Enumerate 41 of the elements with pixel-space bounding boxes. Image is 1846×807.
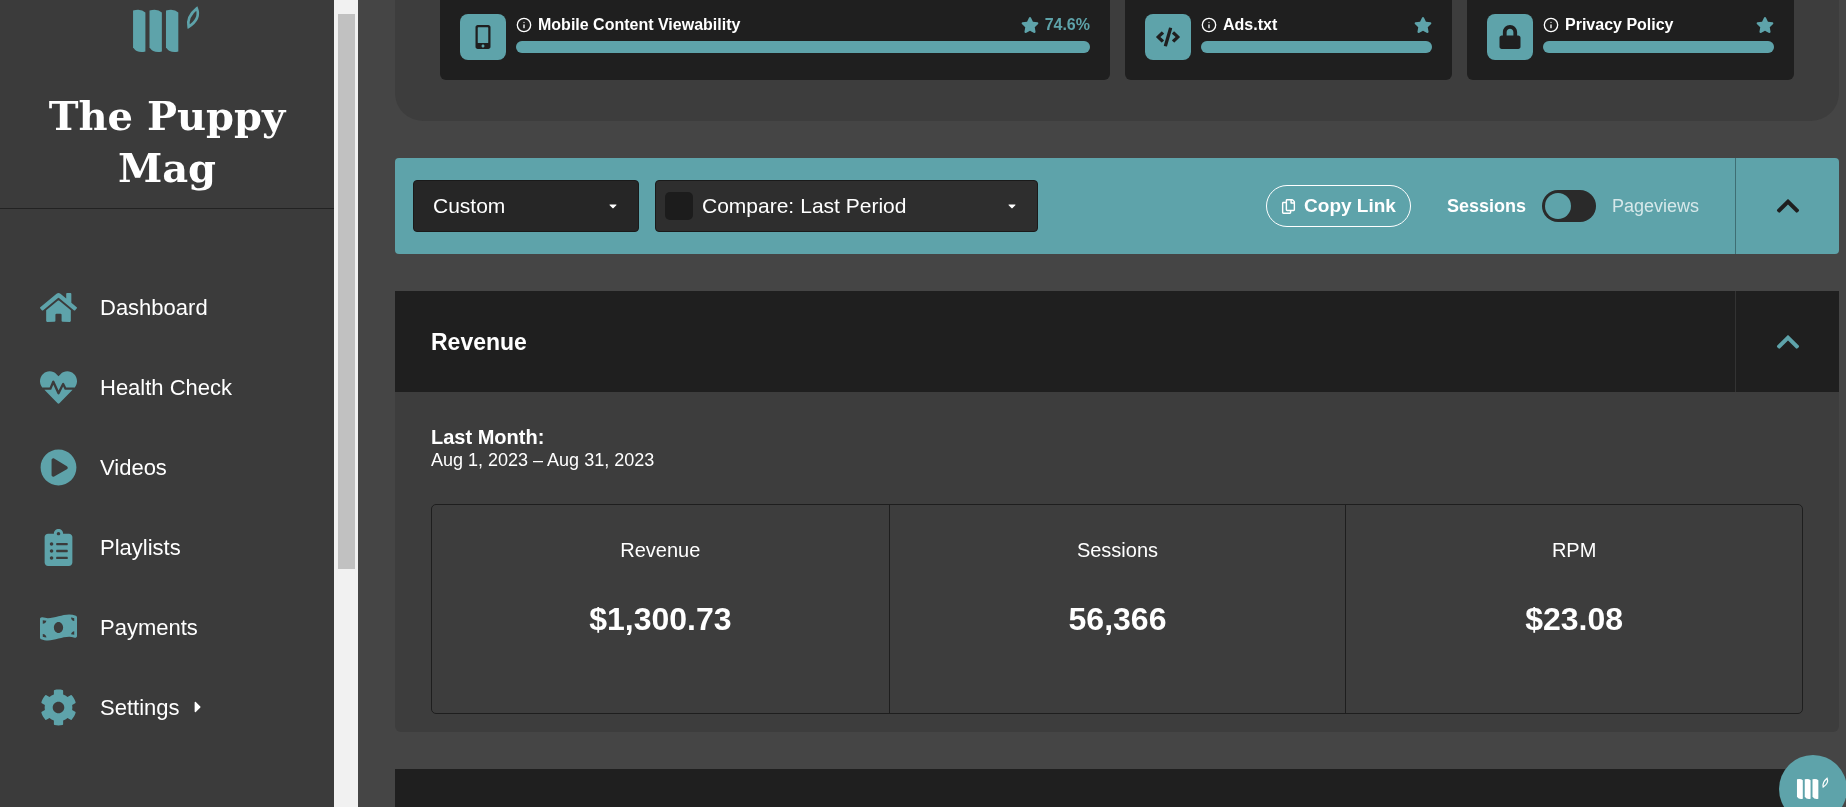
nav-item[interactable]: Settings [40,675,334,739]
code-icon [1156,25,1180,49]
heartbeat-icon [40,368,77,406]
metric-label: RPM [1551,538,1597,564]
logo-icon [1796,777,1830,801]
check-label: Mobile Content Viewability [538,15,742,35]
metric-value: 56,366 [1068,600,1167,640]
check-label: Privacy Policy [1565,15,1675,35]
info-icon[interactable] [1543,17,1559,33]
check-label: Ads.txt [1223,15,1279,35]
nav-item[interactable]: Videos [40,435,334,499]
site-title: The Puppy Mag [47,91,288,193]
settings-icon [40,688,77,726]
compare-value: Last Period [800,193,908,220]
nav-item[interactable]: Playlists [40,515,334,579]
metric-toggle[interactable] [1541,190,1596,223]
info-icon[interactable] [516,17,532,33]
scrollbar[interactable] [334,0,358,807]
metric-value: $23.08 [1525,600,1624,640]
period-dates: Aug 1, 2023 – Aug 31, 2023 [431,449,656,472]
section-title: Revenue [431,327,528,357]
compare-dropdown[interactable]: Compare: Last Period [655,180,1038,233]
chat-button[interactable] [1779,755,1846,807]
metric-value: $1,300.73 [589,600,732,640]
nav-item[interactable]: Payments [40,595,334,659]
date-range-dropdown[interactable]: Custom [413,180,639,233]
metric-label: Sessions [1076,538,1159,564]
padlock-icon [1498,25,1522,49]
sessions-label: Sessions [1446,194,1526,218]
period-label: Last Month: [431,425,546,450]
star-icon [1756,16,1774,34]
compare-label: Compare: [702,193,795,220]
info-icon[interactable] [1201,17,1217,33]
star-icon [1020,16,1039,34]
nav-item[interactable]: Health Check [40,355,334,419]
copy-icon [1281,198,1297,214]
metric-label: Revenue [620,538,701,564]
pageviews-label: Pageviews [1611,194,1699,218]
star-icon [1414,16,1432,34]
score-value: 74.6% [1044,15,1090,35]
nav-item[interactable]: Dashboard [40,275,334,339]
